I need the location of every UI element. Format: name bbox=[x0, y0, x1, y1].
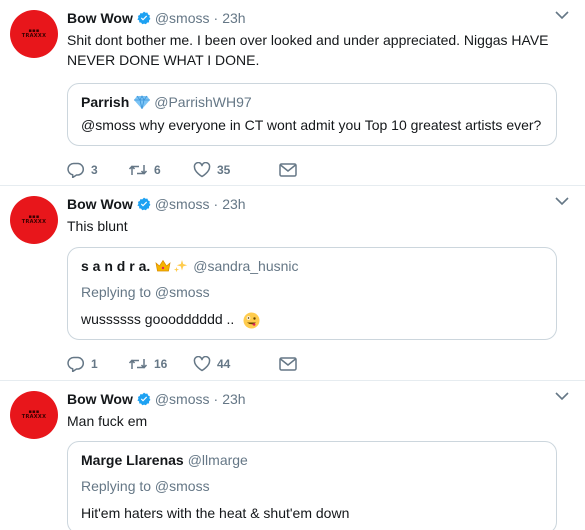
tweet[interactable]: ▪▪▪ TRAXXX Bow Wow @smoss · 23h Shit dont… bbox=[0, 0, 585, 186]
avatar[interactable]: ▪▪▪ TRAXXX bbox=[10, 10, 58, 58]
separator-dot: · bbox=[213, 10, 219, 26]
quoted-handle: @sandra_husnic bbox=[193, 258, 299, 274]
quoted-tweet[interactable]: Parrish @ParrishWH97 @smoss why everyone… bbox=[67, 83, 557, 146]
retweet-count: 6 bbox=[154, 163, 161, 177]
quoted-display-name: Parrish bbox=[81, 94, 130, 110]
like-icon bbox=[193, 356, 211, 372]
caret-down-icon[interactable] bbox=[555, 196, 569, 206]
like-button[interactable]: 44 bbox=[193, 356, 279, 372]
reply-count: 3 bbox=[91, 163, 98, 177]
timeline: ▪▪▪ TRAXXX Bow Wow @smoss · 23h Shit dont… bbox=[0, 0, 585, 530]
crown-emoji-icon bbox=[155, 259, 171, 273]
handle[interactable]: @smoss bbox=[155, 9, 210, 27]
separator-dot: · bbox=[213, 196, 219, 212]
handle[interactable]: @smoss bbox=[155, 390, 210, 408]
retweet-button[interactable]: 16 bbox=[128, 357, 193, 371]
tweet-text: Shit dont bother me. I been over looked … bbox=[67, 32, 549, 68]
display-name[interactable]: Bow Wow bbox=[67, 390, 133, 408]
timestamp[interactable]: 23h bbox=[222, 195, 245, 213]
tweet[interactable]: ▪▪▪ TRAXXX Bow Wow @smoss · 23h Man fuck … bbox=[0, 381, 585, 530]
dm-icon bbox=[279, 357, 297, 371]
reply-button[interactable]: 3 bbox=[67, 162, 128, 178]
display-name[interactable]: Bow Wow bbox=[67, 9, 133, 27]
like-count: 44 bbox=[217, 357, 231, 371]
verified-badge-icon bbox=[137, 11, 151, 25]
verified-badge-icon bbox=[137, 197, 151, 211]
reply-count: 1 bbox=[91, 357, 98, 371]
quoted-handle: @ParrishWH97 bbox=[154, 94, 252, 110]
tweet-actions: 3 6 35 bbox=[67, 159, 569, 181]
diamond-emoji-icon bbox=[134, 95, 151, 109]
retweet-count: 16 bbox=[154, 357, 168, 371]
quoted-handle: @llmarge bbox=[187, 452, 248, 468]
tweet-actions: 1 16 44 bbox=[67, 353, 569, 375]
quoted-header: s a n d r a. @sandra_husnic bbox=[81, 257, 544, 275]
verified-badge-icon bbox=[137, 392, 151, 406]
reply-button[interactable]: 1 bbox=[67, 356, 128, 372]
like-count: 35 bbox=[217, 163, 231, 177]
quoted-header: Parrish @ParrishWH97 bbox=[81, 93, 544, 111]
tweet-header: Bow Wow @smoss · 23h bbox=[67, 9, 569, 27]
timestamp[interactable]: 23h bbox=[222, 9, 245, 27]
retweet-icon bbox=[128, 165, 148, 175]
direct-message-button[interactable] bbox=[279, 357, 297, 371]
replying-to: Replying to @smoss bbox=[81, 478, 210, 494]
quoted-header: Marge Llarenas @llmarge bbox=[81, 451, 544, 469]
avatar[interactable]: ▪▪▪ TRAXXX bbox=[10, 196, 58, 244]
retweet-button[interactable]: 6 bbox=[128, 163, 193, 177]
tweet-header: Bow Wow @smoss · 23h bbox=[67, 195, 569, 213]
reply-icon bbox=[67, 356, 84, 372]
like-button[interactable]: 35 bbox=[193, 162, 279, 178]
quoted-display-name: Marge Llarenas bbox=[81, 452, 184, 468]
handle[interactable]: @smoss bbox=[155, 195, 210, 213]
caret-down-icon[interactable] bbox=[555, 10, 569, 20]
quoted-text: Hit'em haters with the heat & shut'em do… bbox=[81, 505, 350, 521]
quoted-display-name: s a n d r a. bbox=[81, 258, 151, 274]
tweet-header: Bow Wow @smoss · 23h bbox=[67, 390, 569, 408]
direct-message-button[interactable] bbox=[279, 163, 297, 177]
tweet-text: This blunt bbox=[67, 218, 128, 234]
quoted-text-row: wussssss gooodddddd .. bbox=[81, 309, 544, 329]
retweet-icon bbox=[128, 359, 148, 369]
reply-icon bbox=[67, 162, 84, 178]
caret-down-icon[interactable] bbox=[555, 391, 569, 401]
separator-dot: · bbox=[213, 391, 219, 407]
replying-to: Replying to @smoss bbox=[81, 284, 210, 300]
tweet[interactable]: ▪▪▪ TRAXXX Bow Wow @smoss · 23h This blun… bbox=[0, 186, 585, 381]
quoted-tweet[interactable]: Marge Llarenas @llmarge Replying to @smo… bbox=[67, 441, 557, 530]
zany-face-emoji-icon bbox=[243, 312, 260, 329]
like-icon bbox=[193, 162, 211, 178]
tweet-text: Man fuck em bbox=[67, 413, 148, 429]
avatar[interactable]: ▪▪▪ TRAXXX bbox=[10, 391, 58, 439]
sparkles-emoji-icon bbox=[173, 259, 189, 273]
quoted-text: @smoss why everyone in CT wont admit you… bbox=[81, 117, 542, 133]
timestamp[interactable]: 23h bbox=[222, 390, 245, 408]
dm-icon bbox=[279, 163, 297, 177]
quoted-text: wussssss gooodddddd .. bbox=[81, 311, 235, 327]
quoted-tweet[interactable]: s a n d r a. @sandra_husnic Replying to … bbox=[67, 247, 557, 340]
display-name[interactable]: Bow Wow bbox=[67, 195, 133, 213]
